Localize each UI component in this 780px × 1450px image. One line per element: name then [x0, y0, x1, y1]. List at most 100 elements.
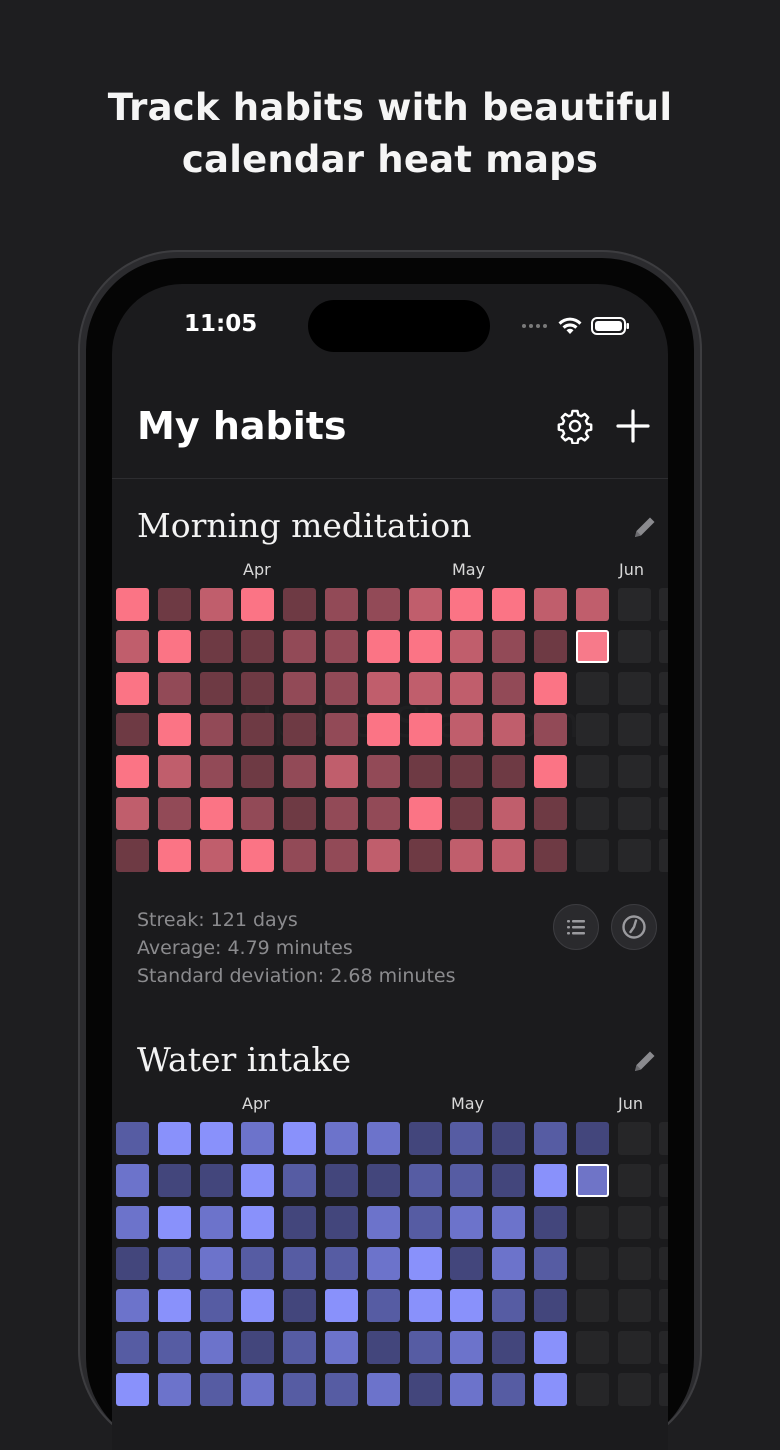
heatmap-cell[interactable]: [659, 588, 668, 621]
heatmap-cell[interactable]: [116, 713, 149, 747]
heatmap-cell[interactable]: [450, 797, 484, 830]
heatmap-cell[interactable]: [325, 797, 358, 830]
heatmap-cell[interactable]: [325, 588, 358, 621]
heatmap-cell[interactable]: [408, 671, 442, 705]
heatmap-cell[interactable]: [659, 713, 668, 747]
heatmap-cell[interactable]: [492, 713, 526, 747]
heatmap-cell[interactable]: [575, 588, 609, 621]
heatmap-cell[interactable]: [617, 1247, 651, 1281]
heatmap-cell[interactable]: [450, 838, 484, 872]
heatmap-cell[interactable]: [199, 629, 233, 663]
heatmap-cell[interactable]: [534, 797, 567, 830]
heatmap-cell[interactable]: [199, 1122, 233, 1155]
heatmap-cell[interactable]: [199, 755, 233, 789]
heatmap-cell[interactable]: [116, 1372, 149, 1406]
heatmap-cell[interactable]: [325, 1372, 358, 1406]
heatmap-cell[interactable]: [408, 1331, 442, 1364]
heatmap-cell[interactable]: [199, 838, 233, 872]
heatmap-cell[interactable]: [617, 1163, 651, 1197]
heatmap-cell[interactable]: [325, 1122, 358, 1155]
heatmap-cell[interactable]: [534, 588, 567, 621]
heatmap-cell[interactable]: [492, 755, 526, 789]
heatmap-cell[interactable]: [157, 713, 191, 747]
heatmap-cell[interactable]: [283, 797, 317, 830]
heatmap-cell[interactable]: [325, 838, 358, 872]
heatmap-cell[interactable]: [157, 838, 191, 872]
heatmap-cell[interactable]: [157, 1247, 191, 1281]
heatmap-cell[interactable]: [157, 1331, 191, 1364]
edit-habit-button[interactable]: [630, 1046, 660, 1076]
heatmap-cell[interactable]: [575, 1247, 609, 1281]
heatmap-cell[interactable]: [492, 1122, 526, 1155]
heatmap-cell[interactable]: [325, 671, 358, 705]
heatmap-cell[interactable]: [325, 1331, 358, 1364]
heatmap-cell[interactable]: [450, 1205, 484, 1239]
heatmap-cell[interactable]: [617, 838, 651, 872]
heatmap-cell[interactable]: [157, 1289, 191, 1323]
settings-button[interactable]: [555, 406, 595, 446]
heatmap-cell[interactable]: [241, 713, 275, 747]
heatmap-cell[interactable]: [575, 755, 609, 789]
heatmap-cell[interactable]: [534, 755, 567, 789]
heatmap-cell[interactable]: [659, 1331, 668, 1364]
heatmap-cell[interactable]: [157, 671, 191, 705]
heatmap-cell[interactable]: [534, 838, 567, 872]
heatmap-cell-today[interactable]: [575, 629, 609, 663]
heatmap-cell[interactable]: [659, 1289, 668, 1323]
heatmap-cell[interactable]: [116, 588, 149, 621]
heatmap-cell[interactable]: [157, 755, 191, 789]
heatmap-cell[interactable]: [116, 1289, 149, 1323]
heatmap-cell[interactable]: [534, 671, 567, 705]
heatmap-cell[interactable]: [116, 755, 149, 789]
heatmap-cell[interactable]: [116, 1122, 149, 1155]
heatmap-cell[interactable]: [492, 671, 526, 705]
heatmap-cell[interactable]: [116, 797, 149, 830]
heatmap-cell[interactable]: [575, 838, 609, 872]
heatmap-cell[interactable]: [534, 1163, 567, 1197]
heatmap-cell[interactable]: [408, 588, 442, 621]
heatmap-cell[interactable]: [408, 755, 442, 789]
heatmap-cell[interactable]: [408, 1163, 442, 1197]
heatmap-cell[interactable]: [366, 1372, 400, 1406]
heatmap-cell[interactable]: [617, 713, 651, 747]
heatmap-cell[interactable]: [366, 1122, 400, 1155]
heatmap-cell[interactable]: [617, 671, 651, 705]
heatmap-cell[interactable]: [450, 1289, 484, 1323]
heatmap-cell[interactable]: [408, 1372, 442, 1406]
heatmap-cell[interactable]: [199, 588, 233, 621]
heatmap-cell[interactable]: [199, 1289, 233, 1323]
heatmap-cell[interactable]: [492, 1205, 526, 1239]
heatmap-cell[interactable]: [575, 671, 609, 705]
heatmap-cell[interactable]: [157, 588, 191, 621]
heatmap-cell[interactable]: [366, 1163, 400, 1197]
heatmap-cell[interactable]: [408, 713, 442, 747]
heatmap-cell[interactable]: [534, 1122, 567, 1155]
heatmap-cell[interactable]: [283, 629, 317, 663]
heatmap-cell[interactable]: [575, 1122, 609, 1155]
heatmap-cell[interactable]: [283, 1163, 317, 1197]
heatmap-cell[interactable]: [659, 838, 668, 872]
heatmap-cell[interactable]: [241, 1163, 275, 1197]
heatmap-cell[interactable]: [492, 1372, 526, 1406]
heatmap-cell[interactable]: [283, 1289, 317, 1323]
heatmap-cell[interactable]: [659, 1122, 668, 1155]
heatmap-cell[interactable]: [534, 1205, 567, 1239]
heatmap-cell[interactable]: [450, 629, 484, 663]
heatmap-cell[interactable]: [325, 1289, 358, 1323]
heatmap-cell[interactable]: [283, 755, 317, 789]
heatmap-cell[interactable]: [325, 1163, 358, 1197]
heatmap-cell[interactable]: [575, 1372, 609, 1406]
heatmap-cell[interactable]: [534, 1289, 567, 1323]
heatmap-cell[interactable]: [325, 713, 358, 747]
heatmap-cell[interactable]: [659, 671, 668, 705]
heatmap-cell[interactable]: [283, 1247, 317, 1281]
heatmap-cell[interactable]: [575, 1205, 609, 1239]
heatmap-cell[interactable]: [116, 1205, 149, 1239]
heatmap-cell[interactable]: [366, 797, 400, 830]
heatmap-cell[interactable]: [241, 629, 275, 663]
heatmap-cell[interactable]: [534, 1372, 567, 1406]
heatmap-cell[interactable]: [241, 1331, 275, 1364]
heatmap-cell[interactable]: [241, 1289, 275, 1323]
heatmap-cell[interactable]: [450, 1163, 484, 1197]
heatmap-cell[interactable]: [450, 588, 484, 621]
